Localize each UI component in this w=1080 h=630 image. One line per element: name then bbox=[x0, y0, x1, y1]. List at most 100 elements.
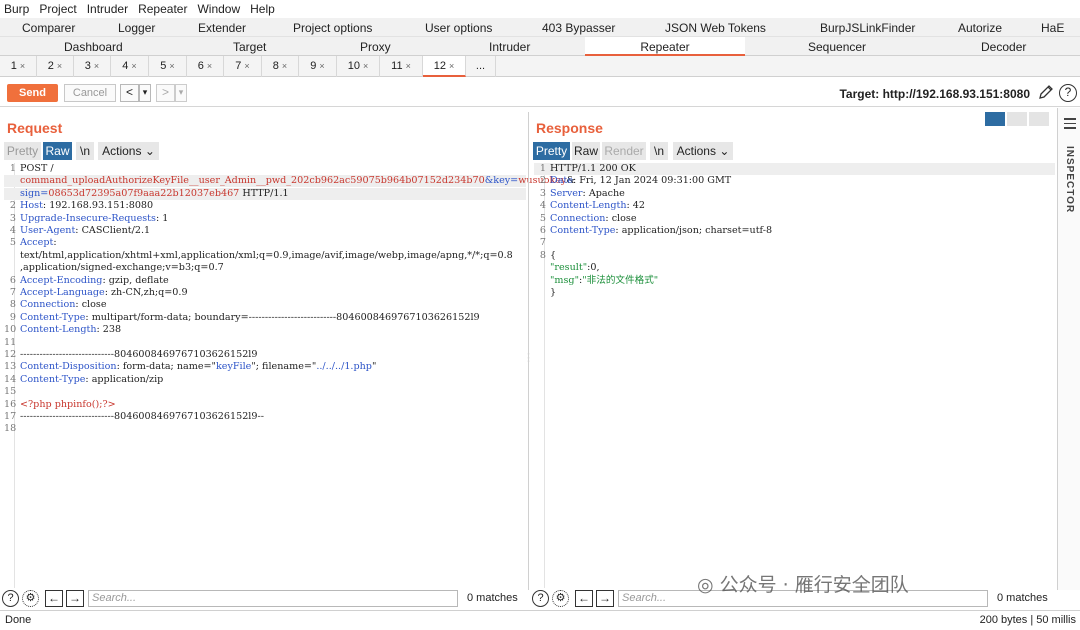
menu-project[interactable]: Project bbox=[39, 2, 76, 16]
inspector-label[interactable]: INSPECTOR bbox=[1064, 146, 1075, 213]
request-search-input[interactable]: Search... bbox=[88, 590, 458, 607]
close-icon[interactable]: × bbox=[363, 61, 368, 71]
layout-top-bottom-icon[interactable] bbox=[1007, 112, 1027, 126]
response-actions-menu[interactable]: Actions ⌄ bbox=[673, 142, 733, 160]
close-icon[interactable]: × bbox=[57, 61, 62, 71]
response-pretty-toggle[interactable]: Pretty bbox=[533, 142, 570, 160]
editor-line: 10 Content-Length: 238 bbox=[4, 324, 526, 336]
send-button[interactable]: Send bbox=[7, 84, 58, 102]
line-text: Content-Length: 238 bbox=[20, 324, 122, 336]
tab-intruder[interactable]: Intruder bbox=[489, 40, 530, 54]
request-pretty-toggle[interactable]: Pretty bbox=[4, 142, 41, 160]
close-icon[interactable]: × bbox=[94, 61, 99, 71]
menu-burp[interactable]: Burp bbox=[4, 2, 29, 16]
tool-tabs-row-1: Comparer Logger Extender Project options… bbox=[0, 18, 1080, 37]
help-icon[interactable]: ? bbox=[1059, 84, 1077, 102]
request-editor[interactable]: 1 POST / command_uploadAuthorizeKeyFile__u… bbox=[4, 163, 575, 588]
menu-intruder[interactable]: Intruder bbox=[87, 2, 128, 16]
menu-repeater[interactable]: Repeater bbox=[138, 2, 187, 16]
tab-label: 6 bbox=[197, 60, 204, 72]
repeater-tab-1[interactable]: 1 × bbox=[0, 56, 37, 77]
menu-help[interactable]: Help bbox=[250, 2, 275, 16]
layout-tabs-icon[interactable] bbox=[1029, 112, 1049, 126]
request-actions-menu[interactable]: Actions ⌄ bbox=[98, 142, 159, 160]
tab-project-options[interactable]: Project options bbox=[293, 21, 372, 35]
repeater-tab-10[interactable]: 10 × bbox=[337, 56, 380, 77]
request-newline-toggle[interactable]: \n bbox=[76, 142, 94, 160]
repeater-tab-9[interactable]: 9 × bbox=[299, 56, 337, 77]
repeater-tab-2[interactable]: 2 × bbox=[37, 56, 74, 77]
line-number: 4 bbox=[9, 225, 16, 236]
repeater-tab-5[interactable]: 5 × bbox=[149, 56, 187, 77]
response-newline-toggle[interactable]: \n bbox=[650, 142, 668, 160]
tab-403-bypasser[interactable]: 403 Bypasser bbox=[542, 21, 615, 35]
cancel-button[interactable]: Cancel bbox=[64, 84, 116, 102]
pencil-icon[interactable] bbox=[1038, 84, 1054, 100]
line-text: Date: Fri, 12 Jan 2024 09:31:00 GMT bbox=[550, 175, 732, 187]
close-icon[interactable]: × bbox=[207, 61, 212, 71]
repeater-tab-6[interactable]: 6 × bbox=[187, 56, 224, 77]
close-icon[interactable]: × bbox=[20, 61, 25, 71]
line-number: 11 bbox=[4, 336, 17, 348]
close-icon[interactable]: × bbox=[131, 61, 136, 71]
previous-match-icon[interactable]: ← bbox=[575, 590, 593, 607]
repeater-tab-3[interactable]: 3 × bbox=[74, 56, 111, 77]
tab-extender[interactable]: Extender bbox=[198, 21, 246, 35]
tab-dashboard[interactable]: Dashboard bbox=[64, 40, 123, 54]
back-button[interactable]: < bbox=[120, 84, 139, 102]
request-match-count: 0 matches bbox=[467, 592, 518, 604]
layout-side-by-side-icon[interactable] bbox=[985, 112, 1005, 126]
line-number: 5 bbox=[539, 212, 546, 224]
line-number: 9 bbox=[9, 311, 16, 323]
line-number: 3 bbox=[539, 187, 546, 199]
next-match-icon[interactable]: → bbox=[596, 590, 614, 607]
repeater-tab-7[interactable]: 7 × bbox=[224, 56, 262, 77]
forward-dropdown-button[interactable]: ▾ bbox=[175, 84, 187, 102]
help-icon[interactable]: ? bbox=[2, 590, 19, 607]
request-raw-toggle[interactable]: Raw bbox=[43, 142, 72, 160]
tab-hae[interactable]: HaE bbox=[1041, 21, 1064, 35]
gear-icon[interactable]: ⚙ bbox=[22, 590, 39, 607]
repeater-tab-4[interactable]: 4 × bbox=[111, 56, 149, 77]
line-number: 14 bbox=[4, 373, 17, 385]
close-icon[interactable]: × bbox=[244, 61, 249, 71]
menu-window[interactable]: Window bbox=[197, 2, 240, 16]
line-number: 18 bbox=[4, 423, 17, 435]
pane-divider[interactable] bbox=[528, 112, 529, 590]
response-render-toggle[interactable]: Render bbox=[602, 142, 646, 160]
close-icon[interactable]: × bbox=[449, 61, 454, 71]
line-text: Upgrade-Insecure-Requests: 1 bbox=[20, 212, 169, 224]
help-icon[interactable]: ? bbox=[532, 590, 549, 607]
forward-button[interactable]: > bbox=[156, 84, 175, 102]
tab-proxy[interactable]: Proxy bbox=[360, 40, 391, 54]
tab-burpjslinkfinder[interactable]: BurpJSLinkFinder bbox=[820, 21, 915, 35]
repeater-tab-8[interactable]: 8 × bbox=[262, 56, 299, 77]
line-number: 13 bbox=[4, 361, 17, 373]
tab-label: 8 bbox=[272, 60, 279, 72]
close-icon[interactable]: × bbox=[169, 61, 174, 71]
tab-decoder[interactable]: Decoder bbox=[981, 40, 1026, 54]
response-raw-toggle[interactable]: Raw bbox=[572, 142, 600, 160]
close-icon[interactable]: × bbox=[406, 61, 411, 71]
tab-json-web-tokens[interactable]: JSON Web Tokens bbox=[665, 21, 766, 35]
response-editor[interactable]: 1 HTTP/1.1 200 OK 2 Date: Fri, 12 Jan 2024 … bbox=[534, 163, 1055, 588]
close-icon[interactable]: × bbox=[319, 61, 324, 71]
tab-sequencer[interactable]: Sequencer bbox=[808, 40, 866, 54]
tab-comparer[interactable]: Comparer bbox=[22, 21, 75, 35]
repeater-tab-12[interactable]: 12 × bbox=[423, 56, 466, 77]
inspector-panel[interactable]: INSPECTOR bbox=[1057, 108, 1080, 590]
gear-icon[interactable]: ⚙ bbox=[552, 590, 569, 607]
previous-match-icon[interactable]: ← bbox=[45, 590, 63, 607]
close-icon[interactable]: × bbox=[282, 61, 287, 71]
repeater-tab-11[interactable]: 11 × bbox=[380, 56, 423, 77]
tab-user-options[interactable]: User options bbox=[425, 21, 492, 35]
tab-repeater[interactable]: Repeater bbox=[585, 37, 745, 56]
hamburger-icon[interactable] bbox=[1064, 118, 1076, 132]
repeater-tab-more[interactable]: ... bbox=[466, 56, 496, 77]
tab-logger[interactable]: Logger bbox=[118, 21, 155, 35]
tab-autorize[interactable]: Autorize bbox=[958, 21, 1002, 35]
next-match-icon[interactable]: → bbox=[66, 590, 84, 607]
tab-target[interactable]: Target bbox=[233, 40, 266, 54]
line-number: 7 bbox=[9, 287, 16, 298]
back-dropdown-button[interactable]: ▾ bbox=[139, 84, 151, 102]
